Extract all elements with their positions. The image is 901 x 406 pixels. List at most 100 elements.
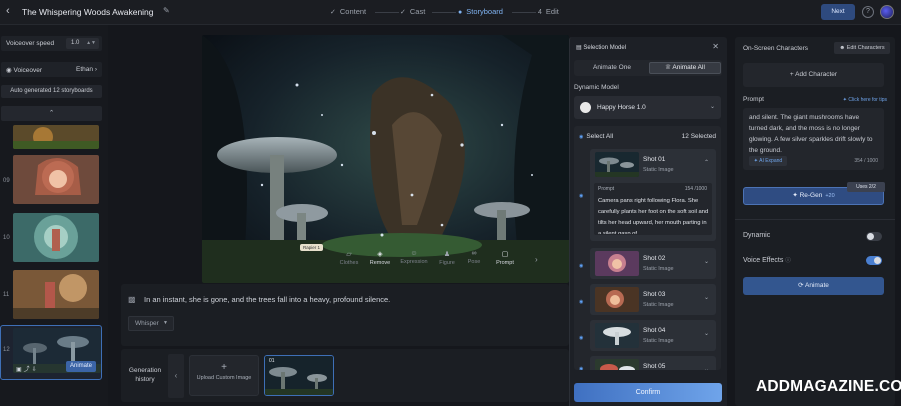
properties-panel: On-Screen Characters ☻ Edit Characters +… [735, 37, 895, 406]
shot-01-radio[interactable]: ◉ [579, 193, 583, 199]
step-edit[interactable]: 4 Edit [538, 7, 559, 16]
shot-04-radio[interactable]: ◉ [579, 335, 583, 341]
storyboard-thumb-10[interactable] [13, 213, 99, 262]
close-icon[interactable]: ✕ [712, 42, 719, 51]
animate-icon: ⟳ [798, 282, 804, 289]
scroll-up-button[interactable]: ⌃ [1, 106, 102, 121]
shot-03-card[interactable]: Shot 03 Static Image ⌄ [590, 284, 716, 315]
watermark: ADDMAGAZINE.CO.UK [756, 378, 901, 395]
figure-icon: ♟ [443, 251, 451, 258]
uses-badge: Uses 2/2 [847, 182, 885, 192]
tool-figure[interactable]: ♟ Figure [433, 250, 461, 266]
add-character-button[interactable]: + Add Character [743, 63, 884, 87]
step-content[interactable]: ✓ Content [330, 7, 366, 16]
confirm-button[interactable]: Confirm [574, 383, 722, 402]
eraser-icon: ◈ [377, 251, 383, 258]
shot-04-thumb [595, 323, 639, 348]
prompt-label: Prompt [743, 96, 764, 103]
panel-title: ▤ Selection Model [576, 45, 627, 51]
selection-model-panel: ▤ Selection Model ✕ Animate One ♕ Animat… [569, 37, 727, 406]
shot-03-radio[interactable]: ◉ [579, 299, 583, 305]
caption-icon: ▩ [128, 295, 136, 304]
storyboard-thumb-09[interactable] [13, 155, 99, 204]
shot-04-card[interactable]: Shot 04 Static Image ⌄ [590, 320, 716, 351]
history-thumb[interactable]: 01 [264, 355, 334, 396]
history-label: Generation history [128, 367, 162, 383]
tool-expression[interactable]: ☺ Expression [400, 250, 428, 265]
model-logo-icon [580, 102, 591, 113]
chevron-left-icon[interactable]: ‹ [6, 5, 10, 17]
tab-animate-all[interactable]: ♕ Animate All [649, 62, 721, 74]
chevron-down-icon: ⌄ [709, 104, 715, 110]
shot-01-prompt[interactable]: Prompt 154 /1000 Camera pans right follo… [594, 183, 712, 235]
chevron-up-icon: ⌃ [703, 160, 709, 166]
dynamic-toggle[interactable] [866, 232, 882, 241]
avatar[interactable] [880, 5, 894, 19]
voice-effects-toggle[interactable] [866, 256, 882, 265]
shot-02-radio[interactable]: ◉ [579, 263, 583, 269]
tool-remove[interactable]: ◈ Remove [366, 250, 394, 266]
tool-pose[interactable]: ∞ Pose [460, 250, 488, 265]
shot-list: ◉ Select All 12 Selected ◉ Shot 01 Static… [574, 126, 721, 370]
history-prev-button[interactable]: ‹ [168, 354, 184, 398]
narration-panel: ▩ In an instant, she is gone, and the tr… [121, 284, 569, 346]
ai-expand-button[interactable]: ✦ AI Expand [749, 156, 787, 166]
list-icon: ▤ [576, 45, 582, 51]
dynamic-model-select[interactable]: Happy Horse 1.0 ⌄ [574, 96, 721, 119]
storyboard-sidebar: Voiceover speed 1.0 ▲▼ ◉ Voiceover Ethan … [0, 25, 108, 406]
edit-characters-button[interactable]: ☻ Edit Characters [834, 42, 890, 54]
card-action-icons[interactable]: ▣⤴⇩ [16, 364, 39, 373]
chevron-down-icon: ⌄ [703, 295, 709, 301]
step-storyboard[interactable]: ● Storyboard [458, 7, 503, 16]
generation-history: Generation history ‹ + Upload Custom Image… [121, 349, 569, 402]
voiceover-speed-stepper[interactable]: 1.0 ▲▼ [66, 38, 99, 49]
chevron-down-icon: ⌄ [703, 367, 709, 370]
shot-02-card[interactable]: Shot 02 Static Image ⌄ [590, 248, 716, 279]
voice-style-select[interactable]: Whisper ▼ [128, 316, 174, 331]
storyboard-thumb-11[interactable] [13, 270, 99, 319]
animate-tabs: Animate One ♕ Animate All [574, 60, 722, 76]
sparkle-icon: ✦ [792, 192, 798, 199]
tab-animate-one[interactable]: Animate One [576, 62, 648, 74]
voice-effects-label: Voice Effects ⓘ [743, 257, 791, 264]
voiceover-row[interactable]: ◉ Voiceover Ethan › [1, 62, 102, 77]
prompt-count: 354 / 1000 [854, 158, 878, 164]
generated-note: Auto generated 12 storyboards [1, 85, 102, 98]
next-button[interactable]: Next [821, 4, 855, 20]
chevron-down-icon: ⌄ [703, 259, 709, 265]
selected-count: 12 Selected [681, 133, 716, 140]
edit-title-icon[interactable]: ✎ [163, 6, 170, 15]
help-icon[interactable]: ? [862, 6, 874, 18]
chevron-right-icon[interactable]: › [535, 255, 538, 264]
animate-button[interactable]: ⟳ Animate [743, 277, 884, 295]
select-all-checkbox[interactable]: ◉ Select All [579, 133, 613, 140]
crown-icon: ♕ [665, 64, 671, 71]
prompt-textarea[interactable]: and silent. The giant mushrooms have tur… [743, 108, 884, 170]
shot-05-card[interactable]: Shot 05 ⌄ [590, 356, 716, 370]
shot-05-radio[interactable]: ◉ [579, 366, 583, 370]
step-cast[interactable]: ✓ Cast [400, 7, 425, 16]
characters-title: On-Screen Characters [743, 45, 809, 52]
thumb-number: 10 [3, 235, 10, 241]
tips-link[interactable]: ✦ Click here for tips [843, 97, 887, 103]
chevron-down-icon: ⌄ [703, 331, 709, 337]
user-icon: ☻ [839, 45, 846, 51]
shot-03-thumb [595, 287, 639, 312]
animate-chip[interactable]: Animate [66, 361, 96, 372]
storyboard-thumb-08[interactable] [13, 125, 99, 149]
shot-05-thumb [595, 359, 639, 370]
shot-01-thumb [595, 152, 639, 177]
voiceover-speed-row: Voiceover speed 1.0 ▲▼ [1, 36, 102, 51]
prompt-icon: ▢ [501, 251, 509, 258]
upload-custom-image-button[interactable]: + Upload Custom Image [189, 355, 259, 396]
shot-01-card[interactable]: Shot 01 Static Image ⌃ Prompt 154 /1000 … [590, 149, 716, 241]
top-bar: ‹ The Whispering Woods Awakening ✎ ✓ Cont… [0, 0, 901, 25]
speaker-icon: ◉ [6, 67, 12, 74]
tool-clothes[interactable]: ▱ Clothes [335, 250, 363, 266]
info-icon: ⓘ [785, 258, 791, 264]
dynamic-model-label: Dynamic Model [574, 84, 619, 91]
narration-text[interactable]: In an instant, she is gone, and the tree… [144, 295, 390, 304]
edit-toolbar: ▱ Clothes ◈ Remove ☺ Expression ♟ Figure ∞ Po… [302, 250, 542, 274]
tool-prompt[interactable]: ▢ Prompt [491, 250, 519, 266]
thumb-number: 11 [3, 292, 10, 298]
